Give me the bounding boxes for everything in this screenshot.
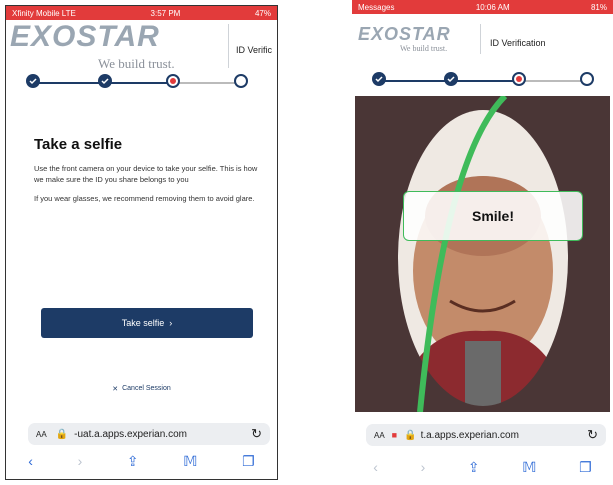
step-1-complete (372, 72, 386, 86)
share-icon[interactable]: ⇪ (468, 459, 480, 476)
stepper-line-pending (173, 82, 241, 84)
forward-icon[interactable]: › (421, 459, 426, 475)
share-icon[interactable]: ⇪ (127, 453, 139, 470)
exostar-logo: EXOSTAR (10, 20, 160, 53)
url-text: -uat.a.apps.experian.com (74, 428, 187, 440)
status-bar: Xfinity Mobile LTE 3:57 PM 47% (6, 6, 277, 20)
camera-recording-icon: ■ (391, 430, 398, 440)
header-divider (480, 24, 481, 54)
browser-toolbar: ‹ › ⇪ 𝕄 ❐ (6, 449, 277, 473)
step-3-current (166, 74, 180, 88)
text-size-button[interactable]: AA (36, 430, 47, 439)
progress-stepper (372, 72, 594, 90)
logo-tagline: We build trust. (400, 44, 448, 53)
header-title: ID Verification (490, 38, 546, 48)
lock-icon: 🔒 (404, 429, 417, 441)
step-2-complete (444, 72, 458, 86)
text-size-button[interactable]: AA (374, 431, 385, 440)
right-phone-screen: Messages 10:06 AM 81% EXOSTAR We build t… (352, 0, 613, 485)
lock-icon: 🔒 (55, 428, 69, 440)
instructions-text: Use the front camera on your device to t… (34, 164, 258, 184)
stepper-line-pending (519, 80, 587, 82)
smile-prompt: Smile! (403, 191, 583, 241)
check-icon (447, 76, 455, 83)
camera-preview: Smile! (355, 96, 610, 412)
reload-icon[interactable]: ↻ (587, 427, 598, 443)
carrier-label: Xfinity Mobile LTE (12, 8, 76, 18)
status-bar: Messages 10:06 AM 81% (352, 0, 613, 14)
check-icon (101, 78, 109, 85)
take-selfie-label: Take selfie (121, 318, 165, 328)
clock-label: 10:06 AM (475, 2, 510, 12)
step-2-complete (98, 74, 112, 88)
close-icon: ✕ (112, 386, 119, 393)
tabs-icon[interactable]: ❐ (242, 453, 255, 470)
battery-label: 81% (590, 2, 607, 12)
glasses-tip-text: If you wear glasses, we recommend removi… (34, 194, 255, 203)
tabs-icon[interactable]: ❐ (579, 459, 592, 476)
reload-icon[interactable]: ↻ (251, 426, 262, 442)
instructions-panel: Take a selfie Use the front camera on yo… (34, 136, 259, 212)
chevron-right-icon: › (169, 318, 173, 328)
clock-label: 3:57 PM (150, 8, 181, 18)
header-title: ID Verific (236, 45, 273, 55)
forward-icon[interactable]: › (78, 453, 83, 469)
back-icon[interactable]: ‹ (373, 459, 378, 475)
logo-tagline: We build trust. (98, 56, 175, 71)
exostar-logo: EXOSTAR (358, 24, 451, 44)
bookmarks-icon[interactable]: 𝕄 (183, 453, 197, 470)
cancel-session-link[interactable]: ✕ Cancel Session (6, 385, 277, 393)
step-4-pending (580, 72, 594, 86)
bookmarks-icon[interactable]: 𝕄 (522, 459, 536, 476)
step-4-pending (234, 74, 248, 88)
left-phone-screen: Xfinity Mobile LTE 3:57 PM 47% EXOSTAR W… (5, 5, 278, 480)
url-text: t.a.apps.experian.com (420, 429, 519, 441)
cancel-session-label: Cancel Session (122, 385, 171, 392)
step-1-complete (26, 74, 40, 88)
selfie-photo (355, 96, 610, 412)
page-title: Take a selfie (34, 136, 123, 153)
step-3-current (512, 72, 526, 86)
smile-prompt-label: Smile! (471, 208, 514, 224)
address-bar[interactable]: AA ■ 🔒 t.a.apps.experian.com ↻ (366, 424, 606, 446)
header-divider (228, 24, 229, 68)
progress-stepper (26, 74, 248, 92)
browser-toolbar: ‹ › ⇪ 𝕄 ❐ (352, 455, 613, 479)
back-icon[interactable]: ‹ (28, 453, 33, 469)
check-icon (375, 76, 383, 83)
battery-label: 47% (254, 8, 271, 18)
back-to-messages[interactable]: Messages (358, 3, 394, 12)
address-bar[interactable]: AA 🔒 -uat.a.apps.experian.com ↻ (28, 423, 270, 445)
check-icon (29, 78, 37, 85)
take-selfie-button[interactable]: Take selfie › (41, 308, 253, 338)
